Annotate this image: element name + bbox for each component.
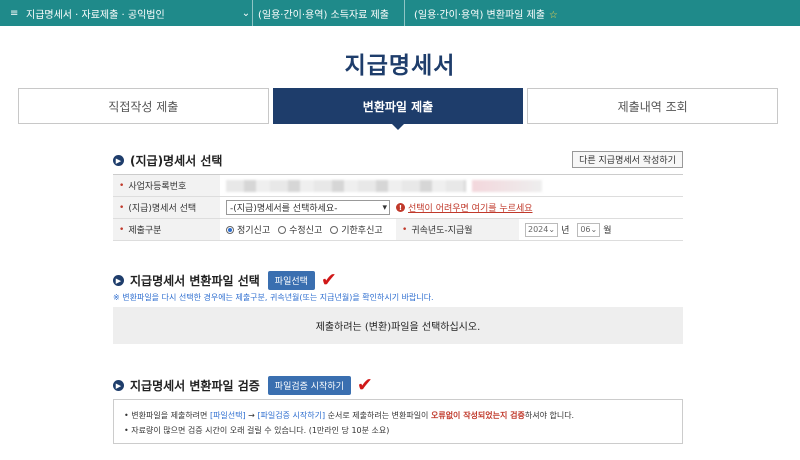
verify-info-line: • 변환파일을 제출하려면 [파일선택] → [파일검증 시작하기] 순서로 제…: [124, 411, 575, 420]
redacted-value: [226, 179, 466, 192]
arrow-right-circle-icon: ▶: [113, 155, 124, 166]
section-title: 지급명세서 변환파일 검증: [130, 379, 260, 393]
exclamation-circle-icon: !: [396, 203, 405, 212]
section-statement-select: ▶ (지급)명세서 선택: [113, 152, 222, 169]
section-title: (지급)명세서 선택: [130, 154, 223, 168]
field-label: • 제출구분: [113, 219, 220, 240]
radio-regular[interactable]: 정기신고: [226, 223, 270, 236]
nav-item-converted-file[interactable]: (일용·간이·용역) 변환파일 제출 ☆: [414, 6, 558, 21]
red-check-icon: ✔: [356, 374, 373, 396]
nav-item-converted-file-label: (일용·간이·용역) 변환파일 제출: [414, 9, 545, 21]
page-title: 지급명세서: [344, 53, 456, 79]
tab-file-submit[interactable]: 변환파일 제출: [272, 88, 524, 130]
menu-icon[interactable]: ≡: [10, 8, 20, 19]
statement-value: -(지급)명세서를 선택하세요- ▾ ! 선택이 어려우면 여기를 누르세요: [220, 197, 533, 218]
form-row-statement: • (지급)명세서 선택 -(지급)명세서를 선택하세요- ▾ ! 선택이 어려우면…: [113, 197, 683, 219]
file-note: ※ 변환파일을 다시 선택한 경우에는 제출구분, 귀속년월(또는 지급년월)을…: [113, 293, 434, 302]
year-month-value: 2024 ⌄ 년 06 ⌄ 월: [519, 219, 612, 240]
tab-history[interactable]: 제출내역 조회: [527, 88, 779, 124]
year-select[interactable]: 2024 ⌄: [525, 222, 559, 237]
form-row-bizno: • 사업자등록번호: [113, 175, 683, 197]
submission-tabs: 직접작성 제출 변환파일 제출 제출내역 조회: [18, 88, 779, 130]
section-file-verify: ▶ 지급명세서 변환파일 검증 파일검증 시작하기 ✔: [113, 376, 373, 395]
redacted-value: [472, 179, 542, 192]
statement-form: • 사업자등록번호 • (지급)명세서 선택 -(지급)명세서를 선택하세요- ▾ !…: [113, 174, 683, 241]
radio-late[interactable]: 기한후신고: [330, 223, 383, 236]
submit-type-options: 정기신고 수정신고 기한후신고: [220, 219, 396, 240]
tab-direct-submit[interactable]: 직접작성 제출: [18, 88, 269, 124]
file-drop-area[interactable]: 제출하려는 (변환)파일을 선택하십시오.: [113, 307, 683, 344]
other-statement-button[interactable]: 다른 지급명세서 작성하기: [572, 151, 683, 168]
bizno-value: [220, 175, 542, 196]
radio-amend[interactable]: 수정신고: [278, 223, 322, 236]
nav-item-income-data[interactable]: (일용·간이·용역) 소득자료 제출: [254, 6, 404, 21]
field-label: • 사업자등록번호: [113, 175, 220, 196]
field-label: • 귀속년도-지급월: [396, 219, 519, 240]
arrow-right-circle-icon: ▶: [113, 380, 124, 391]
nav-divider: [252, 0, 253, 26]
help-link[interactable]: ! 선택이 어려우면 여기를 누르세요: [396, 201, 533, 214]
red-check-icon: ✔: [320, 269, 337, 291]
breadcrumb-nav: ≡ 지급명세서 · 자료제출 · 공익법인 ⌄ (일용·간이·용역) 소득자료 …: [0, 0, 800, 26]
verify-info-box: • 변환파일을 제출하려면 [파일선택] → [파일검증 시작하기] 순서로 제…: [113, 399, 683, 444]
nav-divider: [404, 0, 405, 26]
form-row-submit-type: • 제출구분 정기신고 수정신고 기한후신고 • 귀속년도-지급월 2024 ⌄ 년 …: [113, 219, 683, 241]
section-file-select: ▶ 지급명세서 변환파일 선택 파일선택 ✔: [113, 271, 337, 290]
nav-item-statement[interactable]: 지급명세서 · 자료제출 · 공익법인: [26, 6, 238, 21]
field-label: • (지급)명세서 선택: [113, 197, 220, 218]
statement-select[interactable]: -(지급)명세서를 선택하세요- ▾: [226, 200, 390, 215]
verify-info-line: • 자료량이 많으면 검증 시간이 오래 걸릴 수 있습니다. (1만라인 당 …: [124, 426, 390, 435]
month-select[interactable]: 06 ⌄: [577, 222, 601, 237]
verify-start-button[interactable]: 파일검증 시작하기: [267, 376, 351, 395]
section-title: 지급명세서 변환파일 선택: [130, 274, 260, 288]
star-icon[interactable]: ☆: [549, 10, 558, 21]
arrow-right-circle-icon: ▶: [113, 275, 124, 286]
chevron-down-icon: ▾: [382, 202, 387, 213]
file-select-button[interactable]: 파일선택: [267, 271, 315, 290]
